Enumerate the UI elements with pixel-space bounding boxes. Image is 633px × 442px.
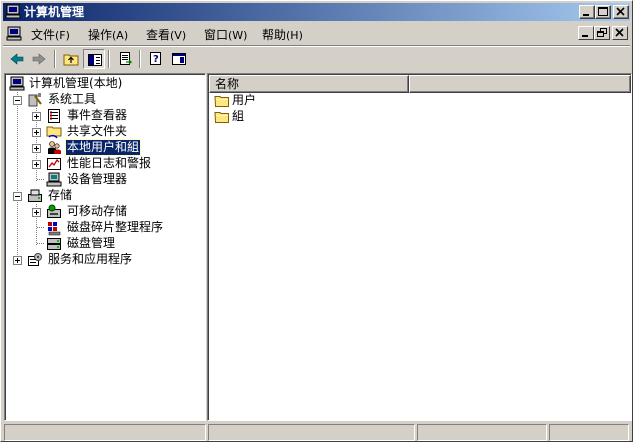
menu-view[interactable]: 查看(V) — [144, 27, 188, 43]
tree-item-label: 事件查看器 — [67, 108, 128, 122]
defrag-icon — [46, 220, 62, 236]
menu-view-label: 查看 — [146, 28, 171, 42]
tree-item-performance-logs[interactable]: 性能日志和警报 — [5, 156, 205, 172]
tree-item-removable-storage[interactable]: 可移动存储 — [5, 204, 205, 220]
tree-item-disk-management[interactable]: 磁盘管理 — [5, 236, 205, 252]
menu-action[interactable]: 操作(A) — [86, 27, 130, 43]
expand-toggle[interactable] — [32, 112, 41, 121]
disk-management-icon — [46, 236, 62, 252]
performance-log-icon — [46, 156, 62, 172]
tree-item-system-tools[interactable]: 系统工具 — [5, 92, 205, 108]
shared-folder-icon — [46, 124, 62, 140]
list-item-label: 用户 — [232, 93, 257, 107]
tree-item-label: 本地用户和組 — [64, 139, 142, 156]
tree-item-label: 系统工具 — [48, 92, 97, 106]
toolbar-separator — [108, 50, 110, 68]
computer-management-window: 计算机管理 文件(F) 操作(A) 查看(V) 窗口(W) 帮助(H) ? 计算… — [0, 0, 633, 442]
toolbar-separator — [54, 50, 56, 68]
menu-window[interactable]: 窗口(W) — [202, 27, 249, 43]
window-title: 计算机管理 — [24, 5, 85, 19]
close-button[interactable] — [613, 5, 629, 19]
status-bar — [3, 423, 630, 441]
tree-item-local-users-groups[interactable]: 本地用户和組 — [5, 139, 205, 156]
tree-item-services-applications[interactable]: 服务和应用程序 — [5, 252, 205, 268]
minimize-button[interactable] — [579, 5, 595, 19]
removable-storage-icon — [46, 204, 62, 220]
tree-item-label: 服务和应用程序 — [48, 252, 133, 266]
console-tree-pane[interactable]: 计算机管理(本地) 系统工具 事件查看器 共享文件夹 本地用户和組 性能日志和警… — [4, 73, 206, 421]
collapse-toggle[interactable] — [13, 192, 22, 201]
toolbar-separator — [139, 50, 141, 68]
tree-item-label: 磁盘碎片整理程序 — [67, 220, 164, 234]
menu-file-label: 文件 — [31, 28, 56, 42]
column-header-empty — [409, 75, 631, 93]
tools-icon — [27, 92, 43, 108]
mdi-system-menu-icon[interactable] — [6, 26, 22, 42]
back-button[interactable] — [6, 49, 28, 69]
expand-toggle[interactable] — [32, 160, 41, 169]
computer-management-app-icon[interactable] — [5, 4, 21, 20]
menu-window-label: 窗口 — [204, 28, 229, 42]
child-minimize-button[interactable] — [578, 26, 594, 40]
export-list-button[interactable] — [114, 49, 136, 69]
menu-action-label: 操作 — [88, 28, 113, 42]
expand-toggle[interactable] — [13, 256, 22, 265]
tree-item-event-viewer[interactable]: 事件查看器 — [5, 108, 205, 124]
show-hide-tree-button[interactable] — [83, 49, 105, 69]
status-panel-2 — [208, 424, 415, 441]
services-apps-icon — [27, 252, 43, 268]
storage-icon — [27, 188, 43, 204]
expand-toggle[interactable] — [32, 208, 41, 217]
results-pane[interactable]: 名称 用户 組 — [207, 73, 632, 421]
tree-item-label: 磁盘管理 — [67, 236, 116, 250]
child-close-button[interactable] — [612, 26, 628, 40]
tree-item-label: 设备管理器 — [67, 172, 128, 186]
title-bar[interactable]: 计算机管理 — [3, 3, 630, 21]
tree-item-storage[interactable]: 存储 — [5, 188, 205, 204]
collapse-toggle[interactable] — [13, 96, 22, 105]
tree-item-label: 存储 — [48, 188, 73, 202]
folder-icon — [214, 93, 230, 109]
tree-item-label: 可移动存储 — [67, 204, 128, 218]
tree-item-shared-folders[interactable]: 共享文件夹 — [5, 124, 205, 140]
folder-icon — [214, 109, 230, 125]
menu-file[interactable]: 文件(F) — [29, 27, 72, 43]
menu-view-hotkey: (V) — [170, 29, 187, 42]
help-button[interactable]: ? — [145, 49, 167, 69]
status-panel-1 — [4, 424, 206, 441]
menu-window-hotkey: (W) — [228, 29, 248, 42]
tree-item-device-manager[interactable]: 设备管理器 — [5, 172, 205, 188]
status-panel-4 — [549, 424, 629, 441]
menu-help[interactable]: 帮助(H) — [260, 27, 305, 43]
tree-item-label: 共享文件夹 — [67, 124, 128, 138]
maximize-button[interactable] — [595, 5, 611, 19]
column-header-name[interactable]: 名称 — [209, 75, 409, 93]
column-header-label: 名称 — [215, 77, 240, 91]
toolbar: ? — [3, 47, 630, 71]
forward-button[interactable] — [28, 49, 50, 69]
device-manager-icon — [46, 172, 62, 188]
properties-button[interactable] — [168, 49, 190, 69]
up-one-level-button[interactable] — [60, 49, 82, 69]
event-viewer-icon — [46, 108, 62, 124]
expand-toggle[interactable] — [32, 128, 41, 137]
menu-help-hotkey: (H) — [286, 29, 303, 42]
child-restore-button[interactable] — [594, 26, 610, 40]
list-item-label: 組 — [232, 109, 245, 123]
menu-action-hotkey: (A) — [112, 29, 129, 42]
tree-item-label: 性能日志和警报 — [67, 156, 152, 170]
status-panel-3 — [417, 424, 547, 441]
menu-help-label: 帮助 — [262, 28, 287, 42]
tree-root-label: 计算机管理(本地) — [29, 76, 123, 90]
menu-bar: 文件(F) 操作(A) 查看(V) 窗口(W) 帮助(H) — [3, 23, 630, 45]
expand-toggle[interactable] — [32, 144, 41, 153]
svg-text:?: ? — [153, 54, 159, 65]
tree-item-disk-defragmenter[interactable]: 磁盘碎片整理程序 — [5, 220, 205, 236]
users-groups-icon — [46, 140, 62, 156]
computer-icon — [9, 76, 25, 92]
menu-file-hotkey: (F) — [55, 29, 70, 42]
